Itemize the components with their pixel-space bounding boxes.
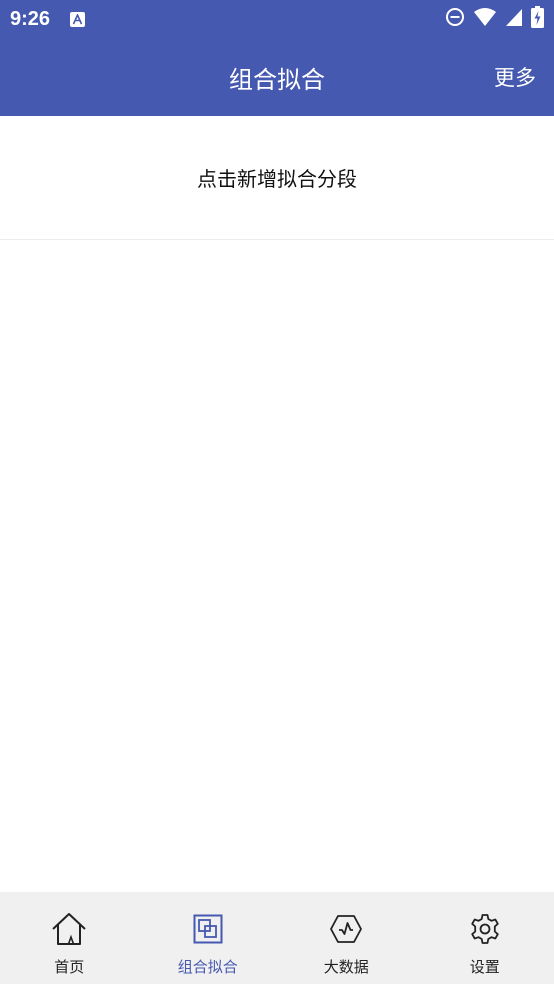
combine-icon — [189, 910, 227, 948]
bottom-nav: 首页 组合拟合 大数据 设置 — [0, 892, 554, 984]
do-not-disturb-icon — [445, 7, 465, 31]
big-data-icon — [327, 910, 365, 948]
nav-label-big-data: 大数据 — [323, 958, 369, 976]
nav-label-settings: 设置 — [469, 958, 500, 976]
nav-item-combine-fit[interactable]: 组合拟合 — [139, 892, 278, 984]
home-icon — [50, 910, 88, 948]
nav-item-settings[interactable]: 设置 — [416, 892, 554, 984]
nav-item-home[interactable]: 首页 — [0, 892, 139, 984]
page-title: 组合拟合 — [229, 65, 325, 94]
gear-icon — [466, 910, 504, 948]
text-a-icon — [70, 11, 86, 27]
add-segment-label: 点击新增拟合分段 — [197, 167, 357, 191]
nav-label-combine-fit: 组合拟合 — [177, 958, 238, 976]
more-button[interactable]: 更多 — [494, 38, 536, 116]
signal-icon — [505, 7, 523, 31]
status-bar: 9:26 — [0, 0, 554, 38]
nav-item-big-data[interactable]: 大数据 — [277, 892, 416, 984]
wifi-icon — [473, 7, 497, 31]
status-icons — [445, 6, 544, 32]
app-bar: 组合拟合 更多 — [0, 38, 554, 116]
status-time: 9:26 — [10, 7, 51, 30]
nav-label-home: 首页 — [54, 958, 85, 976]
battery-charging-icon — [531, 6, 544, 32]
add-segment-button[interactable]: 点击新增拟合分段 — [0, 116, 554, 240]
